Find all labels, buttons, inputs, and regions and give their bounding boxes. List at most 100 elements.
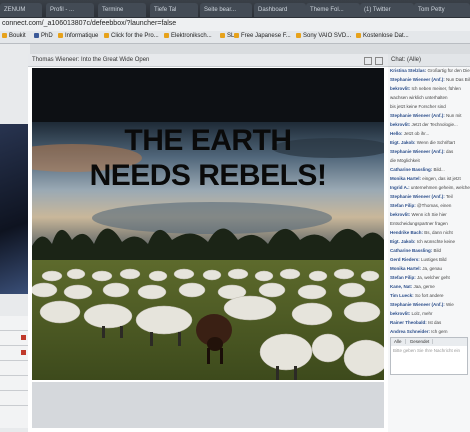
chat-text: Teil <box>445 194 453 199</box>
chat-message: Eigt. Jakob: Ich wünschte keine <box>388 238 470 247</box>
chat-author: Stephanie Wieneer (Anf.): <box>390 77 445 82</box>
chat-text: Ich gern <box>431 329 448 334</box>
chat-message: Stefan Filip: @Thomas, einen <box>388 202 470 211</box>
headline-line: THE EARTH <box>124 124 292 157</box>
chat-message: bekrovlit: Wenn ich Sie hier <box>388 211 470 220</box>
chat-input[interactable]: Bitte geben Sie Ihre Nachricht ein <box>393 348 460 353</box>
bookmark-label: Click for the Pro... <box>111 33 159 39</box>
presentation-title: Thomas Wieneer: Into the Great Wide Open <box>28 54 388 67</box>
chat-author: Catharine Bassling: <box>390 167 433 172</box>
browser-tab[interactable]: Theme Fol... <box>306 3 360 17</box>
chat-text: Ich neben meiner, fühlen <box>411 86 461 91</box>
chat-message: Stephanie Wieneer (Anf.): Teil <box>388 193 470 202</box>
chat-text: Entscheidungspartner fragen <box>390 221 448 226</box>
status-icon <box>21 335 26 340</box>
maximize-icon[interactable] <box>364 57 372 65</box>
browser-tab[interactable]: Termine <box>98 3 146 17</box>
folder-icon <box>164 33 169 38</box>
chat-author: Stefan Filip: <box>390 275 416 280</box>
list-item[interactable] <box>0 346 30 361</box>
chat-message: Rainer Theobald: Ist das <box>388 319 470 328</box>
chat-message: Ingrid A.: unternehmen geheim, welche <box>388 184 470 193</box>
chat-tabs: Alle Gesendet <box>391 338 467 346</box>
chat-text: Wie <box>445 302 454 307</box>
bookmark-item[interactable]: Boukit <box>2 33 26 39</box>
list-item[interactable] <box>0 391 30 406</box>
status-icon <box>21 350 26 355</box>
bookmark-item[interactable]: PhD <box>34 33 53 39</box>
webinar-page: Thomas Wieneer: Into the Great Wide Open <box>0 44 470 432</box>
browser-tab[interactable]: ZENUM <box>0 3 42 17</box>
folder-icon <box>220 33 225 38</box>
chat-message: Tim Lueck: So fort andere <box>388 292 470 301</box>
browser-tab[interactable]: Tom Petty <box>414 3 470 17</box>
chat-author: Stephanie Wieneer (Anf.): <box>390 302 445 307</box>
bookmark-item[interactable]: Sony VAIO SVD... <box>296 33 351 39</box>
chat-message: wachsen wirklich unterhalten <box>388 94 470 103</box>
list-item[interactable] <box>0 361 30 376</box>
chat-text: Bs, dann nicht <box>424 230 453 235</box>
chat-message: bekrovlit: Ich neben meiner, fühlen <box>388 85 470 94</box>
bookmark-item[interactable]: Click for the Pro... <box>104 33 159 39</box>
chat-title: Chat: (Alle) <box>391 57 422 63</box>
browser-tab[interactable]: Dashboard <box>254 3 306 17</box>
browser-tab[interactable]: (1) Twitter <box>360 3 414 17</box>
headline-line: NEEDS REBELS! <box>89 159 327 192</box>
list-item[interactable] <box>0 376 30 391</box>
chat-message: bekrovlit: Lolz, mehr <box>388 310 470 319</box>
list-item[interactable] <box>0 331 30 346</box>
chat-message: Andrea Schneider: Ich gern <box>388 328 470 337</box>
chat-text: Ist das <box>428 320 442 325</box>
chat-text: Großartig für den Dienst <box>427 68 470 73</box>
chat-message: Hendrike Bach: Bs, dann nicht <box>388 229 470 238</box>
chat-text: Wenn ich Sie hier <box>411 212 447 217</box>
chat-text: Wenn die Schriftart <box>416 140 455 145</box>
chat-author: bekrovlit: <box>390 86 411 91</box>
chat-author: Eigt. Jakob: <box>390 140 416 145</box>
chat-author: Stefan Filip: <box>390 203 416 208</box>
folder-icon <box>234 33 239 38</box>
chat-input-area[interactable]: Alle Gesendet Bitte geben Sie Ihre Nachr… <box>390 337 468 375</box>
bookmark-item[interactable]: Kostenlose Dat... <box>356 33 409 39</box>
chat-text: unternehmen geheim, welche <box>410 185 470 190</box>
address-bar[interactable]: connect.com/_a106013807c/defeebbox/?laun… <box>0 18 470 32</box>
options-icon[interactable] <box>375 57 383 65</box>
chat-text: Nun Das Bild... <box>445 77 470 82</box>
browser-tab[interactable]: Tiefe Tal <box>150 3 198 17</box>
bookmark-item[interactable]: Informatique <box>58 33 98 39</box>
chat-author: Eigt. Jakob: <box>390 239 416 244</box>
bookmark-label: Informatique <box>65 33 99 39</box>
chat-message: Eigt. Jakob: Wenn die Schriftart <box>388 139 470 148</box>
bookmark-item[interactable]: Elektroniksch... <box>164 33 212 39</box>
chat-message: die Möglichkeit <box>388 157 470 166</box>
chat-text: Lolz, mehr <box>411 311 433 316</box>
chat-author: Stephanie Wieneer (Anf.): <box>390 149 445 154</box>
chat-author: Tim Lueck: <box>390 293 414 298</box>
address-url[interactable]: connect.com/_a106013807c/defeebbox/?laun… <box>2 20 176 27</box>
chat-message: Monika Hartel: Ja, genau <box>388 265 470 274</box>
tab-all[interactable]: Alle <box>391 339 406 344</box>
camera-thumbnail <box>0 124 28 294</box>
chat-author: Stephanie Wieneer (Anf.): <box>390 113 445 118</box>
slide-headline: THE EARTH NEEDS REBELS! <box>32 123 384 193</box>
browser-tab[interactable]: Profil - ... <box>46 3 94 17</box>
bookmark-icon <box>34 33 39 38</box>
chat-text: die Möglichkeit <box>390 158 420 163</box>
folder-icon <box>58 33 63 38</box>
bookmark-label: Free Japanese F... <box>241 33 291 39</box>
chat-text: Ich wünschte keine <box>416 239 456 244</box>
list-item[interactable] <box>0 316 30 331</box>
chat-text: Nun mit <box>445 113 462 118</box>
bookmark-item[interactable]: Free Japanese F... <box>234 33 291 39</box>
chat-author: Gerd Rieders: <box>390 257 420 262</box>
chat-messages: Kristina Stelzlas: Großartig für den Die… <box>388 67 470 337</box>
chat-text: Jetzt ob ihr... <box>403 131 430 136</box>
chat-text: Bild <box>433 248 442 253</box>
chat-message: Catharine Bassling: Bild... <box>388 166 470 175</box>
folder-icon <box>356 33 361 38</box>
folder-icon <box>2 33 7 38</box>
chat-author: bekrovlit: <box>390 212 411 217</box>
tab-sent[interactable]: Gesendet <box>406 339 434 344</box>
bookmark-item[interactable]: SL <box>220 33 234 39</box>
browser-tab[interactable]: Seite bear... <box>200 3 252 17</box>
